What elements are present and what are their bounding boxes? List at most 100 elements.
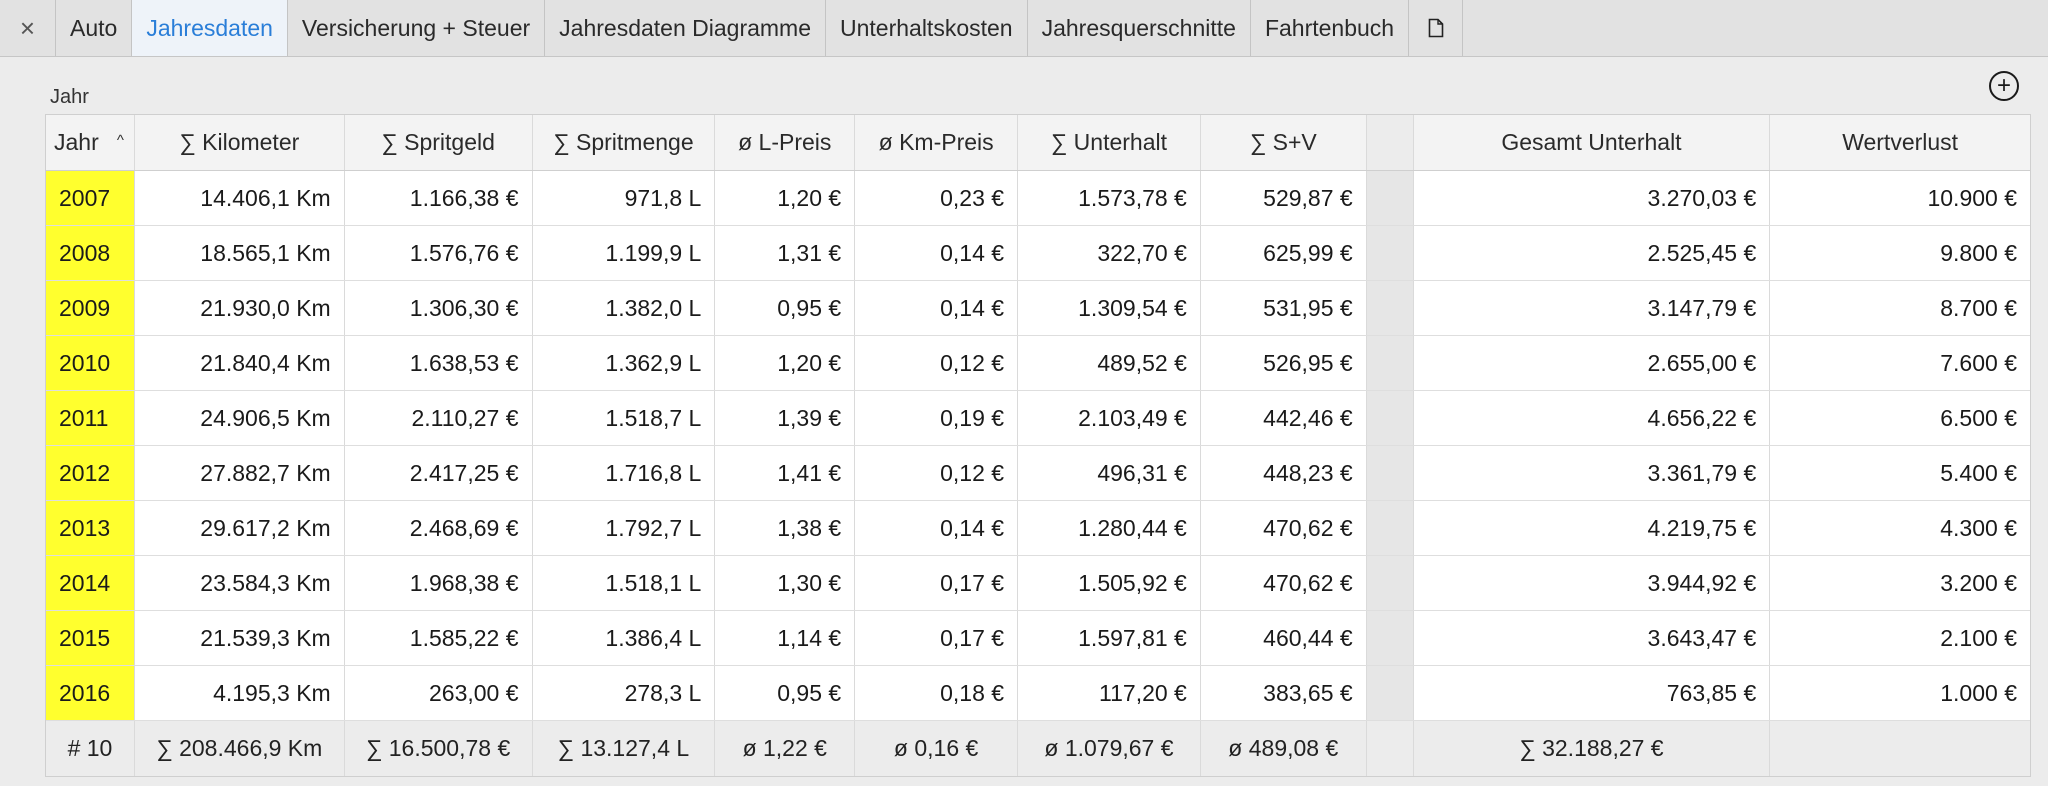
table-cell[interactable]: 23.584,3 Km xyxy=(135,556,345,610)
table-cell[interactable]: 1.518,7 L xyxy=(533,391,716,445)
table-cell[interactable]: 5.400 € xyxy=(1770,446,2030,500)
year-cell[interactable]: 2014 xyxy=(46,556,135,610)
table-cell[interactable]: 6.500 € xyxy=(1770,391,2030,445)
table-cell[interactable]: 2.417,25 € xyxy=(345,446,533,500)
table-cell[interactable]: 2.100 € xyxy=(1770,611,2030,665)
table-cell[interactable]: 1.362,9 L xyxy=(533,336,716,390)
table-cell[interactable]: 1.309,54 € xyxy=(1018,281,1201,335)
table-row[interactable]: 2007 14.406,1 Km 1.166,38 €971,8 L 1,20 €0,… xyxy=(46,171,2030,226)
table-cell[interactable]: 1.638,53 € xyxy=(345,336,533,390)
year-cell[interactable]: 2009 xyxy=(46,281,135,335)
table-cell[interactable]: 1.597,81 € xyxy=(1018,611,1201,665)
table-row[interactable]: 2014 23.584,3 Km 1.968,38 €1.518,1 L 1,30 €… xyxy=(46,556,2030,611)
table-row[interactable]: 2010 21.840,4 Km 1.638,53 €1.362,9 L 1,20 €… xyxy=(46,336,2030,391)
document-icon[interactable] xyxy=(1409,0,1464,56)
column-header-l-preis[interactable]: ø L-Preis xyxy=(715,115,856,170)
table-cell[interactable]: 1.518,1 L xyxy=(533,556,716,610)
table-cell[interactable]: 263,00 € xyxy=(345,666,533,720)
column-header-gesamt-unterhalt[interactable]: Gesamt Unterhalt xyxy=(1414,115,1771,170)
table-cell[interactable]: 0,19 € xyxy=(855,391,1019,445)
table-cell[interactable]: 2.468,69 € xyxy=(345,501,533,555)
table-cell[interactable]: 24.906,5 Km xyxy=(135,391,345,445)
table-cell[interactable]: 442,46 € xyxy=(1201,391,1367,445)
table-cell[interactable]: 531,95 € xyxy=(1201,281,1367,335)
add-icon[interactable]: + xyxy=(1989,71,2019,101)
table-cell[interactable]: 529,87 € xyxy=(1201,171,1367,225)
year-cell[interactable]: 2016 xyxy=(46,666,135,720)
table-cell[interactable]: 0,14 € xyxy=(855,226,1019,280)
table-cell[interactable]: 2.110,27 € xyxy=(345,391,533,445)
table-cell[interactable]: 3.147,79 € xyxy=(1414,281,1771,335)
column-header-spritmenge[interactable]: ∑ Spritmenge xyxy=(533,115,716,170)
table-cell[interactable]: 117,20 € xyxy=(1018,666,1201,720)
table-cell[interactable]: 1.306,30 € xyxy=(345,281,533,335)
table-row[interactable]: 2016 4.195,3 Km 263,00 €278,3 L 0,95 €0,18 … xyxy=(46,666,2030,721)
table-cell[interactable]: 1,41 € xyxy=(715,446,856,500)
table-cell[interactable]: 0,23 € xyxy=(855,171,1019,225)
table-cell[interactable]: 21.930,0 Km xyxy=(135,281,345,335)
column-header-spritgeld[interactable]: ∑ Spritgeld xyxy=(345,115,533,170)
year-cell[interactable]: 2010 xyxy=(46,336,135,390)
table-cell[interactable]: 3.944,92 € xyxy=(1414,556,1771,610)
table-cell[interactable]: 1.505,92 € xyxy=(1018,556,1201,610)
table-cell[interactable]: 1,31 € xyxy=(715,226,856,280)
table-cell[interactable]: 971,8 L xyxy=(533,171,716,225)
table-cell[interactable]: 27.882,7 Km xyxy=(135,446,345,500)
tab-fahrtenbuch[interactable]: Fahrtenbuch xyxy=(1250,0,1410,56)
table-cell[interactable]: 489,52 € xyxy=(1018,336,1201,390)
table-cell[interactable]: 7.600 € xyxy=(1770,336,2030,390)
table-cell[interactable]: 1.382,0 L xyxy=(533,281,716,335)
table-cell[interactable]: 460,44 € xyxy=(1201,611,1367,665)
table-cell[interactable]: 1,38 € xyxy=(715,501,856,555)
table-row[interactable]: 2015 21.539,3 Km 1.585,22 €1.386,4 L 1,14 €… xyxy=(46,611,2030,666)
table-cell[interactable]: 470,62 € xyxy=(1201,501,1367,555)
table-cell[interactable]: 0,17 € xyxy=(855,611,1019,665)
table-cell[interactable]: 1.199,9 L xyxy=(533,226,716,280)
table-cell[interactable]: 1.585,22 € xyxy=(345,611,533,665)
table-cell[interactable]: 1.166,38 € xyxy=(345,171,533,225)
table-cell[interactable]: 4.219,75 € xyxy=(1414,501,1771,555)
table-cell[interactable]: 0,95 € xyxy=(715,666,856,720)
table-cell[interactable]: 29.617,2 Km xyxy=(135,501,345,555)
table-cell[interactable]: 1.716,8 L xyxy=(533,446,716,500)
table-cell[interactable]: 14.406,1 Km xyxy=(135,171,345,225)
column-header-jahr[interactable]: Jahr ^ xyxy=(46,115,135,170)
table-cell[interactable]: 1.573,78 € xyxy=(1018,171,1201,225)
table-cell[interactable]: 1.280,44 € xyxy=(1018,501,1201,555)
table-cell[interactable]: 470,62 € xyxy=(1201,556,1367,610)
tab-jahresquerschnitte[interactable]: Jahresquerschnitte xyxy=(1027,0,1251,56)
table-cell[interactable]: 0,95 € xyxy=(715,281,856,335)
table-cell[interactable]: 9.800 € xyxy=(1770,226,2030,280)
table-row[interactable]: 2012 27.882,7 Km 2.417,25 €1.716,8 L 1,41 €… xyxy=(46,446,2030,501)
table-cell[interactable]: 1.792,7 L xyxy=(533,501,716,555)
table-cell[interactable]: 0,17 € xyxy=(855,556,1019,610)
year-cell[interactable]: 2015 xyxy=(46,611,135,665)
table-cell[interactable]: 1,20 € xyxy=(715,336,856,390)
tab-jahresdaten-diagramme[interactable]: Jahresdaten Diagramme xyxy=(545,0,826,56)
year-cell[interactable]: 2013 xyxy=(46,501,135,555)
table-row[interactable]: 2013 29.617,2 Km 2.468,69 €1.792,7 L 1,38 €… xyxy=(46,501,2030,556)
table-cell[interactable]: 3.270,03 € xyxy=(1414,171,1771,225)
table-cell[interactable]: 1.000 € xyxy=(1770,666,2030,720)
table-cell[interactable]: 0,18 € xyxy=(855,666,1019,720)
table-cell[interactable]: 383,65 € xyxy=(1201,666,1367,720)
table-cell[interactable]: 21.539,3 Km xyxy=(135,611,345,665)
table-cell[interactable]: 4.656,22 € xyxy=(1414,391,1771,445)
close-icon[interactable]: × xyxy=(0,0,56,56)
year-cell[interactable]: 2007 xyxy=(46,171,135,225)
table-cell[interactable]: 2.103,49 € xyxy=(1018,391,1201,445)
year-cell[interactable]: 2008 xyxy=(46,226,135,280)
tab-auto[interactable]: Auto xyxy=(56,0,133,56)
table-cell[interactable]: 0,14 € xyxy=(855,281,1019,335)
column-header-unterhalt[interactable]: ∑ Unterhalt xyxy=(1018,115,1201,170)
column-header-km-preis[interactable]: ø Km-Preis xyxy=(855,115,1019,170)
table-cell[interactable]: 3.361,79 € xyxy=(1414,446,1771,500)
table-cell[interactable]: 0,12 € xyxy=(855,446,1019,500)
table-cell[interactable]: 526,95 € xyxy=(1201,336,1367,390)
table-cell[interactable]: 0,14 € xyxy=(855,501,1019,555)
column-header-kilometer[interactable]: ∑ Kilometer xyxy=(135,115,345,170)
table-cell[interactable]: 21.840,4 Km xyxy=(135,336,345,390)
table-cell[interactable]: 3.643,47 € xyxy=(1414,611,1771,665)
tab-versicherung-steuer[interactable]: Versicherung + Steuer xyxy=(287,0,546,56)
table-cell[interactable]: 1,39 € xyxy=(715,391,856,445)
